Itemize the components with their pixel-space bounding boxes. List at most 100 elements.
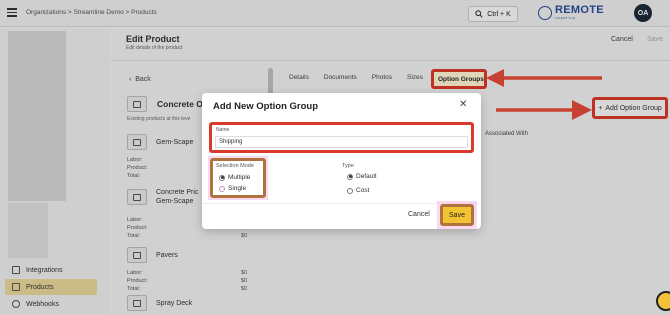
logo-subtext: LIFESTYLE [555, 16, 576, 20]
hamburger-menu-icon[interactable] [7, 8, 17, 17]
product-value: $0 [241, 278, 248, 284]
name-label: Name [216, 127, 230, 133]
total-label: Total: [127, 173, 141, 179]
associated-with-header: Associated With [485, 131, 529, 137]
grid-icon [12, 266, 20, 274]
product-header: Concrete Of [127, 96, 206, 112]
list-item[interactable]: Gem-Scape [127, 134, 193, 150]
total-label: Total: [127, 286, 141, 292]
product-label: Product: [127, 165, 148, 171]
user-avatar[interactable]: OA [634, 4, 652, 22]
page-subtitle: Edit details of the product [126, 45, 183, 51]
radio-default[interactable]: Default [347, 173, 377, 180]
selection-mode-label: Selection Mode [216, 163, 254, 169]
header-divider [111, 60, 670, 61]
webhook-icon [12, 300, 20, 308]
sidebar-item-integrations[interactable]: Integrations [5, 262, 97, 278]
selection-mode-group: Selection Mode Multiple Single [210, 158, 266, 198]
radio-label: Multiple [228, 174, 251, 181]
tab-option-groups[interactable]: Option Groups [431, 69, 487, 89]
sidebar-item-label: Products [26, 283, 54, 291]
sidebar-item-label: Webhooks [26, 300, 59, 308]
radio-checked-icon [219, 174, 225, 181]
labor-label: Labor: [127, 217, 143, 223]
product-name: Gem-Scape [156, 138, 194, 146]
box-icon [12, 283, 20, 291]
dialog-cancel-button[interactable]: Cancel [408, 211, 430, 218]
product-label: Product: [127, 278, 148, 284]
radio-unchecked-icon [347, 187, 353, 194]
blurred-sidebar-content [8, 203, 48, 258]
search-icon [475, 10, 483, 18]
cost-labels: Labor: Product: Total: [127, 216, 147, 240]
blurred-sidebar-content [8, 31, 66, 201]
image-icon [127, 295, 147, 311]
product-title: Concrete Of [157, 99, 206, 109]
product-name: Concrete Pric Gem-Scape [156, 189, 199, 205]
radio-single[interactable]: Single [219, 185, 246, 192]
sidebar-item-webhooks[interactable]: Webhooks [5, 296, 97, 312]
total-label: Total: [127, 233, 141, 239]
cancel-button[interactable]: Cancel [611, 36, 633, 43]
product-name: Pavers [156, 251, 178, 259]
add-option-group-button[interactable]: + Add Option Group [592, 97, 668, 119]
logo-text: REMOTE [555, 4, 604, 16]
tab-documents[interactable]: Documents [324, 74, 357, 81]
list-item[interactable]: Concrete Pric Gem-Scape [127, 188, 198, 206]
cost-labels: Labor: Product: Total: [127, 156, 147, 180]
labor-label: Labor: [127, 157, 143, 163]
list-item[interactable]: Pavers [127, 247, 178, 263]
tab-photos[interactable]: Photos [372, 74, 392, 81]
top-bar: Organizations > Streamline Demo > Produc… [0, 0, 670, 27]
list-item[interactable]: Spray Deck [127, 295, 192, 311]
type-label: Type [342, 163, 354, 169]
add-option-group-dialog: Add New Option Group ✕ Name Shipping Sel… [202, 93, 481, 229]
product-label: Product: [127, 225, 148, 231]
radio-checked-icon [347, 173, 353, 180]
labor-value: $0 [241, 270, 248, 276]
labor-label: Labor: [127, 270, 143, 276]
close-icon[interactable]: ✕ [459, 99, 467, 110]
radio-cost[interactable]: Cost [347, 187, 369, 194]
tab-bar: Details Documents Photos Sizes [289, 74, 423, 81]
plus-icon: + [598, 104, 603, 112]
dialog-save-button[interactable]: Save [440, 204, 474, 226]
image-icon [127, 247, 147, 263]
tab-details[interactable]: Details [289, 74, 309, 81]
back-label: Back [135, 76, 151, 83]
name-input[interactable]: Shipping [215, 136, 468, 148]
name-field-group: Name Shipping [209, 122, 474, 153]
save-button-disabled[interactable]: Save [647, 36, 663, 43]
sidebar-item-label: Integrations [26, 266, 63, 274]
company-logo: REMOTE LIFESTYLE [538, 5, 604, 20]
page-title: Edit Product [126, 34, 180, 44]
tab-sizes[interactable]: Sizes [407, 74, 423, 81]
existing-products-text: Existing products at this leve [127, 116, 191, 122]
sidebar: Integrations Products Webhooks [0, 28, 110, 315]
breadcrumb[interactable]: Organizations > Streamline Demo > Produc… [26, 9, 157, 16]
radio-label: Default [356, 173, 377, 180]
help-chat-icon[interactable] [656, 291, 670, 311]
total-value: $0 [241, 286, 248, 292]
dialog-title: Add New Option Group [213, 101, 319, 112]
image-icon [127, 189, 147, 205]
back-button[interactable]: ‹ Back [129, 76, 151, 83]
image-icon [127, 96, 147, 112]
sidebar-item-products[interactable]: Products [5, 279, 97, 295]
radio-unchecked-icon [219, 185, 225, 192]
total-value: $0 [241, 233, 248, 239]
logo-mark-icon [538, 5, 552, 20]
tab-option-groups-label: Option Groups [438, 76, 484, 83]
arrow-right-icon [496, 100, 592, 120]
radio-label: Single [228, 185, 247, 192]
image-icon [127, 134, 147, 150]
search-button[interactable]: Ctrl + K [468, 6, 518, 22]
cost-values: $0 $0 $0 [241, 269, 247, 293]
radio-label: Cost [356, 187, 370, 194]
add-option-group-label: Add Option Group [605, 104, 662, 112]
search-shortcut-label: Ctrl + K [487, 10, 511, 18]
arrow-left-icon [486, 69, 602, 87]
product-name: Spray Deck [156, 299, 193, 307]
radio-multiple[interactable]: Multiple [219, 174, 250, 181]
cost-labels: Labor: Product: Total: [127, 269, 147, 293]
